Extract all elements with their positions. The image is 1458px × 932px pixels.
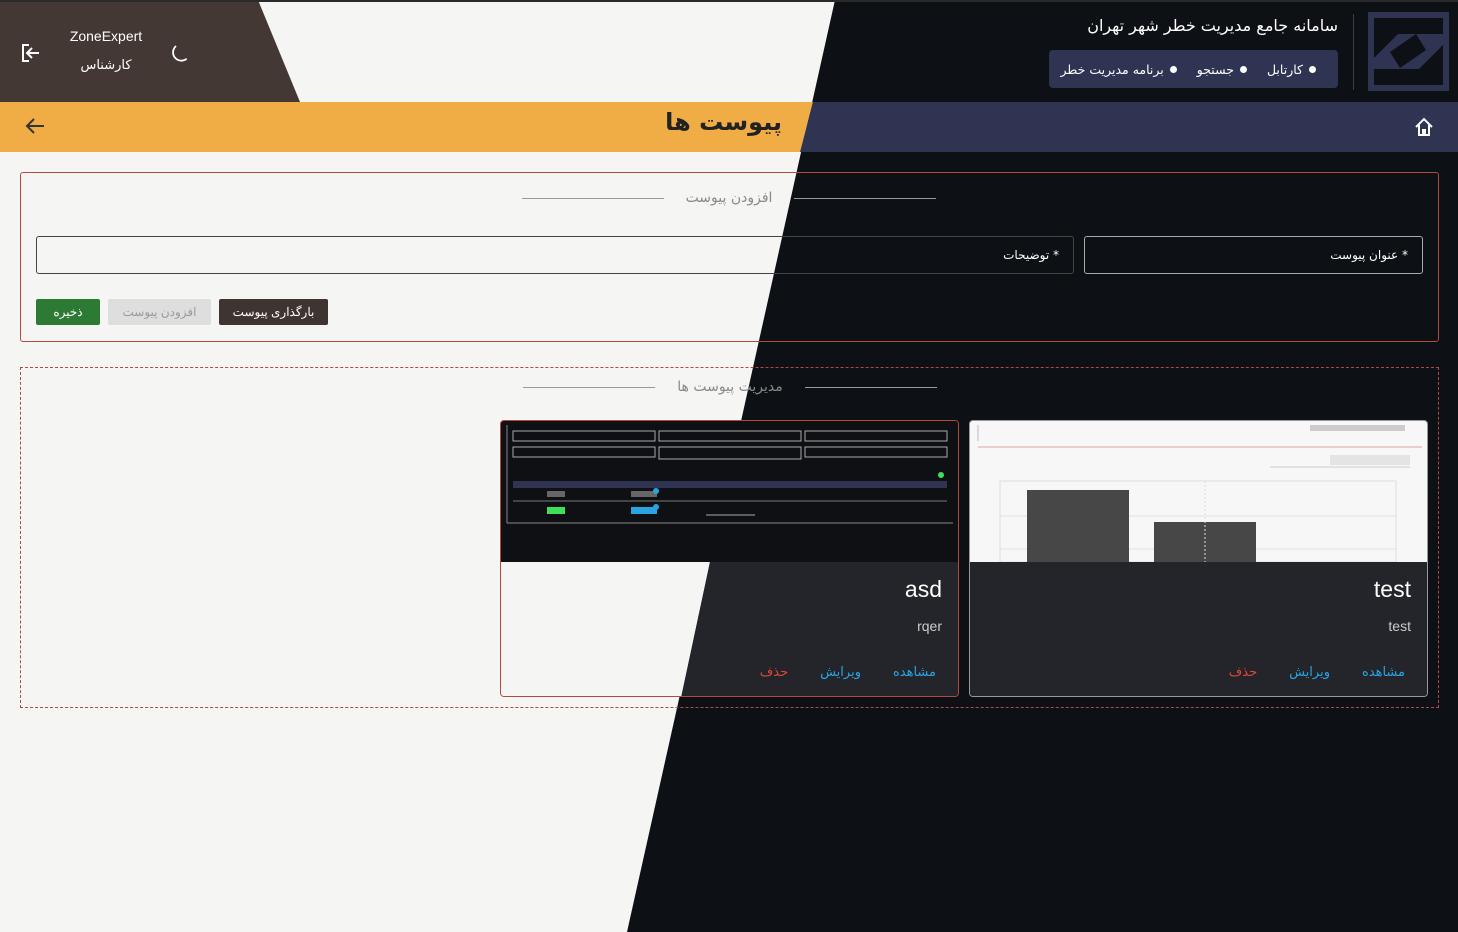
legend-label: مدیریت پیوست ها xyxy=(677,379,783,395)
title-field[interactable]: * عنوان پیوست xyxy=(1084,236,1423,274)
thumbnail-image xyxy=(970,421,1427,562)
nav-item-label: جستجو xyxy=(1196,61,1234,77)
bullet-icon xyxy=(1239,65,1247,73)
edit-link[interactable]: ویرایش xyxy=(820,665,861,680)
attachment-title: asd xyxy=(904,576,942,602)
nav-item-label: برنامه مدیریت خطر xyxy=(1060,61,1164,77)
logout-icon[interactable] xyxy=(18,40,44,66)
nav-item-label: کارتابل xyxy=(1266,61,1303,77)
legend-line xyxy=(523,386,656,388)
attachment-title: test xyxy=(1373,576,1411,602)
username: ZoneExpert xyxy=(69,28,143,44)
back-arrow-icon[interactable] xyxy=(24,116,46,136)
thumbnail-image xyxy=(501,421,958,562)
nav-item-risk-plan[interactable]: برنامه مدیریت خطر xyxy=(1061,62,1177,77)
delete-link[interactable]: حذف xyxy=(760,665,788,680)
add-attachment-legend: افزودن پیوست xyxy=(520,188,938,208)
attachment-actions: مشاهده ویرایش حذف xyxy=(1229,665,1405,680)
attachment-card-body: asd rqer مشاهده ویرایش حذف xyxy=(501,562,958,696)
attachment-actions: مشاهده ویرایش حذف xyxy=(760,665,936,680)
add-attachment-button[interactable]: افزودن پیوست xyxy=(108,299,211,325)
page-title: پیوست ها xyxy=(665,108,782,136)
attachment-card: asd rqer مشاهده ویرایش حذف xyxy=(500,420,959,697)
top-border xyxy=(0,0,1458,2)
attachment-thumbnail[interactable] xyxy=(970,421,1427,562)
page: ZoneExpert کارشناس سامانه جامع مدیریت خط… xyxy=(0,0,1458,932)
legend-line xyxy=(804,386,937,388)
manage-attachments-legend: مدیریت پیوست ها xyxy=(520,377,940,397)
attachment-card: test test مشاهده ویرایش حذف xyxy=(969,420,1428,697)
view-link[interactable]: مشاهده xyxy=(893,665,936,680)
header-divider xyxy=(1353,14,1354,90)
bullet-icon xyxy=(1309,65,1316,73)
description-field[interactable]: * توضیحات xyxy=(36,236,1074,274)
nav-item-kartabl[interactable]: کارتابل xyxy=(1267,62,1316,77)
upload-attachment-button[interactable]: بارگذاری پیوست xyxy=(219,299,328,325)
legend-line xyxy=(521,197,664,199)
attachment-card-body: test test مشاهده ویرایش حذف xyxy=(970,562,1427,696)
attachment-description: rqer xyxy=(917,618,942,634)
delete-link[interactable]: حذف xyxy=(1229,665,1257,680)
user-role: کارشناس xyxy=(80,58,132,73)
app-title: سامانه جامع مدیریت خطر شهر تهران xyxy=(1087,16,1338,35)
save-button[interactable]: ذخیره xyxy=(36,299,100,325)
attachment-description: test xyxy=(1388,618,1411,634)
view-link[interactable]: مشاهده xyxy=(1362,665,1405,680)
edit-link[interactable]: ویرایش xyxy=(1289,665,1330,680)
moon-icon[interactable] xyxy=(168,40,194,66)
home-icon[interactable] xyxy=(1413,116,1435,138)
legend-line xyxy=(794,197,937,199)
main-nav: کارتابل جستجو برنامه مدیریت خطر xyxy=(1049,50,1338,88)
logo-icon xyxy=(1368,12,1449,91)
attachment-thumbnail[interactable] xyxy=(501,421,958,562)
title-field-label: * عنوان پیوست xyxy=(1330,248,1408,262)
legend-label: افزودن پیوست xyxy=(685,190,773,206)
nav-item-search[interactable]: جستجو xyxy=(1197,62,1247,77)
page-header-band-dark xyxy=(800,102,1458,152)
bullet-icon xyxy=(1169,65,1177,73)
user-panel xyxy=(0,0,300,102)
description-field-label: * توضیحات xyxy=(1003,248,1059,262)
